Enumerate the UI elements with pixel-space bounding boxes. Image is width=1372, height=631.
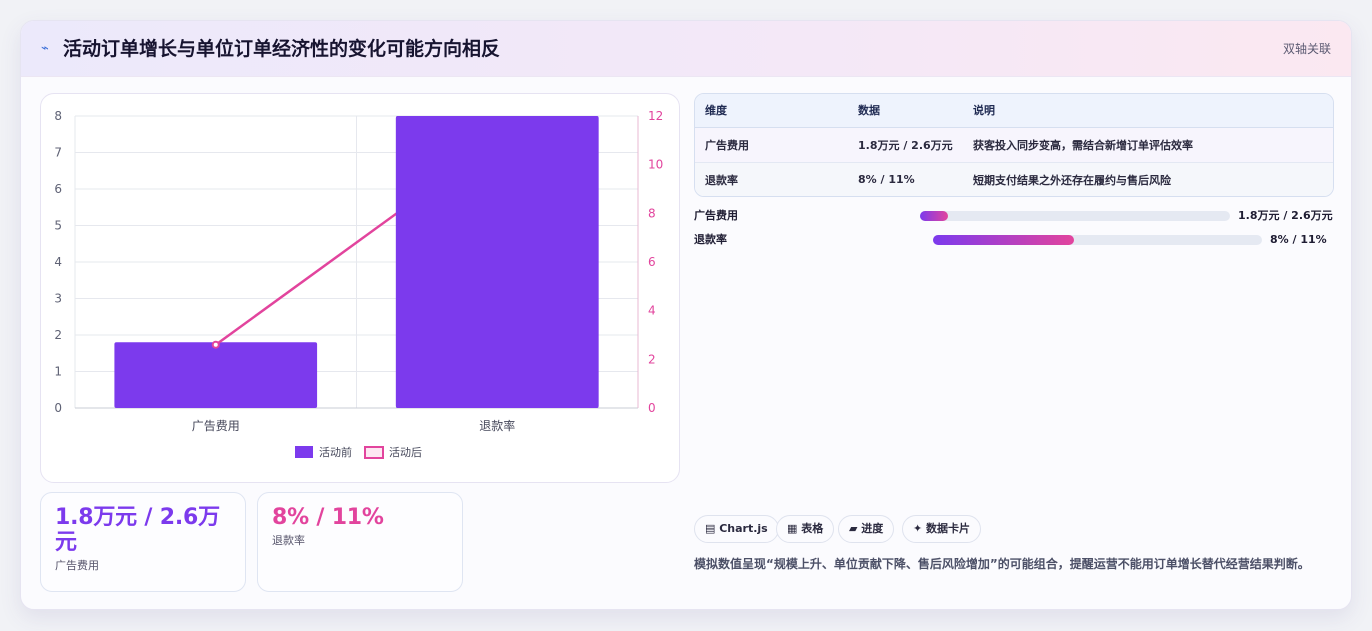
legend-swatch-after — [364, 446, 384, 459]
kpi-card-refund-rate: 8% / 11% 退款率 — [257, 492, 463, 592]
progress-fill — [920, 211, 948, 221]
y-left-tick-label: 4 — [54, 255, 62, 269]
chip-progress[interactable]: ▰ 进度 — [838, 515, 895, 543]
table-cell: 8% / 11% — [848, 162, 963, 196]
data-table: 维度 数据 说明 广告费用 1.8万元 / 2.6万元 获客投入同步变高，需结合… — [694, 93, 1334, 197]
y-right-tick-label: 0 — [648, 401, 656, 415]
kpi-value: 8% / 11% — [272, 505, 384, 530]
chart-panel: 0 1 2 3 4 5 6 7 8 0 2 4 6 8 10 12 广告费用 退款率 活动前 活动后 — [40, 93, 680, 483]
table-cell: 获客投入同步变高，需结合新增订单评估效率 — [963, 127, 1333, 163]
y-right-tick-label: 4 — [648, 304, 656, 318]
table-cell: 退款率 — [695, 162, 848, 196]
y-left-tick-label: 1 — [54, 365, 62, 379]
kpi-label: 退款率 — [272, 534, 305, 547]
table-row: 广告费用 1.8万元 / 2.6万元 获客投入同步变高，需结合新增订单评估效率 — [695, 127, 1333, 163]
bar-2-overlay — [395, 116, 599, 408]
chip-data-card[interactable]: ✦ 数据卡片 — [902, 515, 982, 543]
y-left-tick-label: 5 — [54, 219, 62, 233]
progress-row-refund-rate: 退款率 8% / 11% — [694, 231, 1344, 249]
kpi-card-ad-cost: 1.8万元 / 2.6万元 广告费用 — [40, 492, 246, 592]
chart-card: ⌁ 活动订单增长与单位订单经济性的变化可能方向相反 双轴关联 012345678… — [20, 20, 1352, 610]
table-cell: 广告费用 — [695, 127, 848, 163]
column-header: 维度 — [695, 94, 848, 128]
x-tick-label: 广告费用 — [192, 419, 240, 433]
y-left-tick-label: 7 — [54, 146, 62, 160]
y-left-tick-label: 0 — [54, 401, 62, 415]
progress-row-ad-cost: 广告费用 1.8万元 / 2.6万元 — [694, 207, 1344, 225]
table-cell: 短期支付结果之外还存在履约与售后风险 — [963, 162, 1333, 196]
y-right-tick-label: 12 — [648, 109, 663, 123]
combo-chart: 012345678024681012广告费用 退款率活动前 活动后 — [54, 109, 663, 459]
page-title: 活动订单增长与单位订单经济性的变化可能方向相反 — [63, 38, 501, 60]
kpi-value: 1.8万元 / 2.6万元 — [55, 505, 220, 555]
progress-value: 1.8万元 / 2.6万元 — [1238, 209, 1333, 222]
progress-track — [920, 211, 1230, 221]
kpi-label: 广告费用 — [55, 559, 99, 572]
y-left-tick-label: 8 — [54, 109, 62, 123]
line-point-1 — [211, 340, 220, 349]
progress-fill — [933, 235, 1075, 245]
progress-label: 广告费用 — [694, 209, 738, 222]
table-row: 退款率 8% / 11% 短期支付结果之外还存在履约与售后风险 — [695, 162, 1333, 196]
chip-table[interactable]: ▦ 表格 — [776, 515, 835, 543]
dual-axis-badge: 双轴关联 — [1282, 42, 1331, 56]
progress-label: 退款率 — [694, 233, 727, 246]
y-right-tick-label: 2 — [648, 352, 656, 366]
sparkline-icon: ⌁ — [41, 41, 49, 56]
legend-swatch-before — [295, 446, 313, 458]
x-tick-label: 退款率 — [479, 418, 515, 433]
progress-track — [933, 235, 1262, 245]
bar-1 — [114, 342, 318, 408]
column-header: 数据 — [848, 94, 963, 128]
chip-chartjs[interactable]: ▤ Chart.js — [694, 515, 779, 543]
table-cell: 1.8万元 / 2.6万元 — [848, 127, 963, 163]
progress-value: 8% / 11% — [1270, 233, 1327, 246]
column-header: 说明 — [963, 94, 1333, 128]
y-left-tick-label: 3 — [54, 292, 62, 306]
legend-label-after: 活动后 — [389, 446, 422, 459]
footnote: 模拟数值呈现“规模上升、单位贡献下降、售后风险增加”的可能组合，提醒运营不能用订… — [694, 557, 1310, 571]
y-left-tick-label: 2 — [54, 328, 62, 342]
y-left-tick-label: 6 — [54, 182, 62, 196]
legend-label-before: 活动前 — [319, 445, 352, 459]
table-header-row: 维度 数据 说明 — [695, 94, 1333, 128]
card-header: ⌁ 活动订单增长与单位订单经济性的变化可能方向相反 双轴关联 — [21, 21, 1351, 77]
y-right-tick-label: 8 — [648, 206, 656, 220]
y-right-tick-label: 6 — [648, 255, 656, 269]
y-right-tick-label: 10 — [648, 158, 663, 172]
